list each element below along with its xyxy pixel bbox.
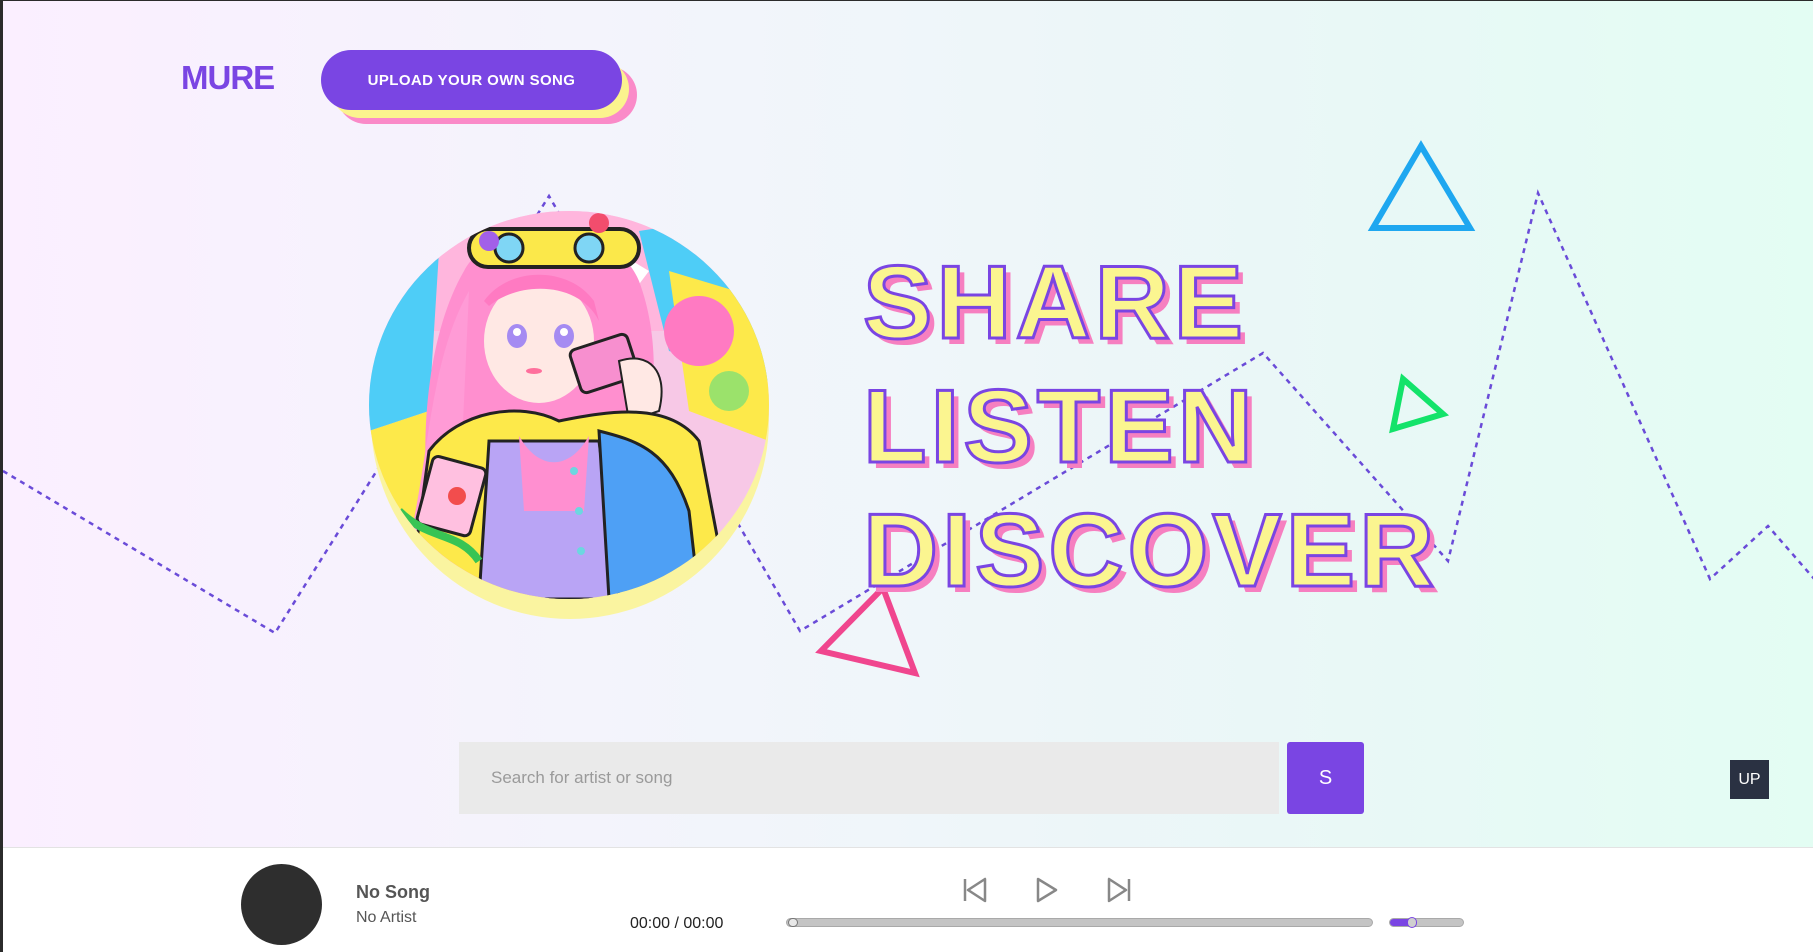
player-song-artist: No Artist [356, 909, 417, 926]
player-time: 00:00 / 00:00 [630, 915, 724, 932]
page: MURE UPLOAD YOUR OWN SONG SHARE LISTEN D… [0, 0, 1813, 952]
play-icon[interactable] [1033, 875, 1061, 905]
upload-button-group: UPLOAD YOUR OWN SONG [321, 50, 637, 126]
album-art [369, 211, 769, 599]
scroll-up-button[interactable]: UP [1730, 760, 1769, 799]
hero-line-listen: LISTEN [861, 368, 1257, 487]
upload-song-button[interactable]: UPLOAD YOUR OWN SONG [321, 50, 622, 110]
player-cover-avatar [241, 864, 322, 945]
skip-back-icon[interactable] [961, 875, 989, 905]
skip-forward-icon[interactable] [1105, 875, 1133, 905]
search-button[interactable]: S [1287, 742, 1364, 814]
hero-line-share: SHARE [861, 244, 1248, 363]
triangle-blue-icon [1367, 140, 1476, 231]
player-song-title: No Song [356, 882, 430, 902]
hero-headline: SHARE LISTEN DISCOVER [861, 241, 1439, 613]
anime-girl-art-icon [369, 211, 769, 599]
volume-slider[interactable] [1389, 917, 1464, 928]
search-input[interactable] [459, 742, 1279, 814]
hero-line-discover: DISCOVER [861, 492, 1439, 611]
music-player-bar: No Song No Artist 00:00 / 00:00 [3, 847, 1813, 952]
progress-slider-thumb[interactable] [788, 918, 798, 927]
volume-slider-thumb[interactable] [1406, 917, 1417, 928]
logo[interactable]: MURE [181, 59, 275, 97]
album-art-wrapper [369, 211, 771, 619]
progress-slider[interactable] [786, 918, 1373, 927]
